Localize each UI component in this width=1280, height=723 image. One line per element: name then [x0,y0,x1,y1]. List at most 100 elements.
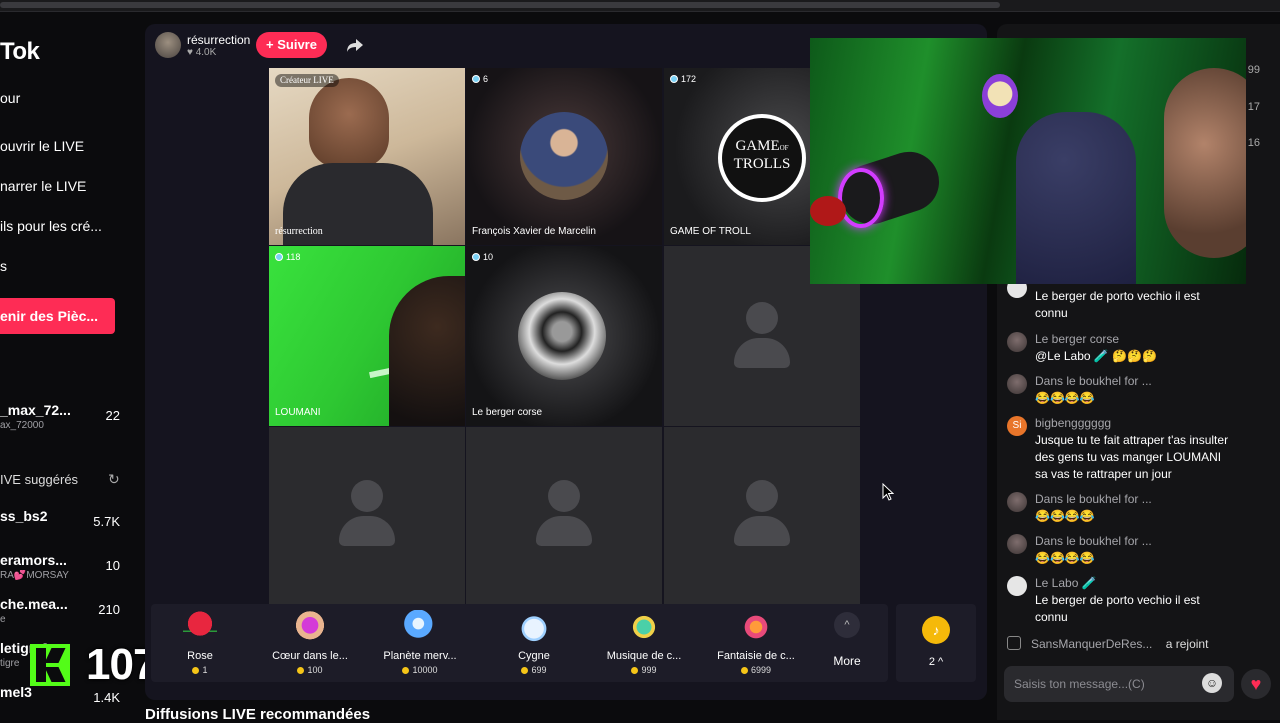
share-icon[interactable] [346,36,364,54]
gift-swan[interactable]: Cygne 699 [479,610,589,675]
account-name: mel3 [0,684,32,700]
ranking-number: 99 [1247,64,1260,76]
user-avatar[interactable] [1007,576,1027,596]
gift-heart-hands[interactable]: Cœur dans le... 100 [255,610,365,675]
get-coins-button[interactable]: enir des Pièc... [0,298,115,334]
empty-seat[interactable] [466,427,662,604]
chat-message: Le berger de porto vechio il est connu [1007,278,1267,322]
guest-tile[interactable]: Créateur LIVE résurrection [269,68,465,245]
gift-name: Cœur dans le... [272,650,348,662]
guest-avatar [520,112,608,200]
guest-tile[interactable]: 10 Le berger corse [466,246,662,426]
ranking-number: 16 [1247,137,1260,149]
chevron-up-icon: ^ [834,612,860,638]
music-icon [627,610,661,644]
creator-live-badge: Créateur LIVE [275,74,339,87]
host-name[interactable]: résurrection [187,33,250,47]
message-text: 😂😂😂😂 [1035,509,1095,523]
account-name: che.mea... [0,596,68,612]
person-placeholder-icon [746,302,778,334]
gift-name: Cygne [518,650,550,662]
tiktok-logo[interactable]: Tok [0,38,40,66]
account-name: ss_bs2 [0,508,48,524]
username[interactable]: Dans le boukhel for ... [1035,374,1152,388]
figurine [982,74,1018,118]
guest-name: François Xavier de Marcelin [472,226,596,237]
joined-username[interactable]: SansManquerDeRes... [1031,637,1152,651]
person-placeholder-body [536,516,592,546]
user-avatar[interactable] [1007,534,1027,554]
chat-message-input[interactable] [1014,674,1194,694]
more-label: More [833,654,861,668]
user-avatar[interactable] [1007,332,1027,352]
kick-logo-icon [30,644,70,686]
mic-ring-light [838,168,884,228]
guest-avatar [518,292,606,380]
message-text: Jusque tu te fait attraper t'as insulter… [1035,433,1229,481]
followed-account[interactable]: _max_72... ax_72000 22 [0,402,130,431]
suggested-account[interactable]: che.mea... e 210 [0,596,130,625]
refresh-icon[interactable]: ↻ [108,471,120,488]
like-heart-icon[interactable]: ♥ [1241,669,1271,699]
gift-bar: Rose 1 Cœur dans le... 100 Planète merv.… [151,604,888,682]
gift-rose[interactable]: Rose 1 [145,610,255,675]
gift-fantasy[interactable]: Fantaisie de c... 6999 [701,610,811,675]
coin-balance[interactable]: ♪ 2 ^ [896,604,976,682]
horizontal-scrollbar[interactable] [0,2,1000,8]
message-text: @Le Labo 🧪 🤔🤔🤔 [1035,349,1157,363]
username[interactable]: Dans le boukhel for ... [1035,492,1152,506]
user-avatar[interactable]: Si [1007,416,1027,436]
viewer-count: 5.7K [93,514,120,529]
follow-button[interactable]: + Suivre [256,32,327,58]
guest-face [309,78,389,168]
guest-tile[interactable]: 118 LOUMANI [269,246,465,426]
recommended-lives-title: Diffusions LIVE recommandées [145,706,371,723]
message-text: 😂😂😂😂 [1035,551,1095,565]
username[interactable]: bigbengggggg [1035,416,1111,430]
chat-message: Dans le boukhel for ... 😂😂😂😂 [1007,534,1267,570]
streamer-face [1164,68,1246,258]
host-avatar[interactable] [155,32,181,58]
account-name: _max_72... [0,402,71,418]
sidebar: Tok our ouvrir le LIVE narrer le LIVE il… [0,12,140,720]
gift-price: 6999 [701,665,811,675]
nav-item-start-live[interactable]: narrer le LIVE [0,178,86,194]
more-gifts-button[interactable]: ^ More [825,612,869,668]
nav-item-for-you[interactable]: our [0,90,20,106]
username[interactable]: Le berger corse [1035,332,1119,346]
nav-item-discover-live[interactable]: ouvrir le LIVE [0,138,84,154]
empty-seat[interactable] [269,427,465,604]
viewer-count: 172 [670,74,696,84]
nav-item-creator-tools[interactable]: ils pour les cré... [0,218,102,234]
streamer-body [1016,112,1136,284]
gift-name: Rose [187,650,213,662]
gift-planet[interactable]: Planète merv... 10000 [365,610,475,675]
gift-price: 999 [589,665,699,675]
browser-scroll-bar [0,0,1280,12]
suggested-account[interactable]: ss_bs2 5.7K [0,508,130,529]
user-avatar[interactable] [1007,374,1027,394]
username[interactable]: Le Labo 🧪 [1035,576,1097,590]
viewer-count: 10 [472,252,493,262]
chat-input-box [1004,666,1234,702]
rose-icon [183,610,217,644]
emoji-icon[interactable]: ☺ [1202,673,1222,693]
gift-music[interactable]: Musique de c... 999 [589,610,699,675]
guest-tile[interactable]: 6 François Xavier de Marcelin [466,68,662,245]
user-avatar[interactable] [1007,492,1027,512]
username[interactable]: Dans le boukhel for ... [1035,534,1152,548]
streamer-webcam [810,38,1246,284]
chat-message: Le berger corse @Le Labo 🧪 🤔🤔🤔 [1007,332,1267,368]
join-notice: SansManquerDeRes... a rejoint [1007,636,1208,651]
host-likes: ♥ 4.0K [187,47,217,58]
guest-grid: Créateur LIVE résurrection 6 François Xa… [269,68,860,604]
suggested-account[interactable]: eramors... RA💕MORSAY 10 [0,552,130,581]
chat-message: Le Labo 🧪 Le berger de porto vechio il e… [1007,576,1267,626]
account-name: eramors... [0,552,67,568]
chat-message: Si bigbengggggg Jusque tu te fait attrap… [1007,416,1267,486]
guest-name: LOUMANI [275,407,321,418]
gift-name: Musique de c... [606,650,682,662]
empty-seat[interactable] [664,427,860,604]
gift-price: 10000 [365,665,475,675]
nav-item-more[interactable]: s [0,258,7,274]
